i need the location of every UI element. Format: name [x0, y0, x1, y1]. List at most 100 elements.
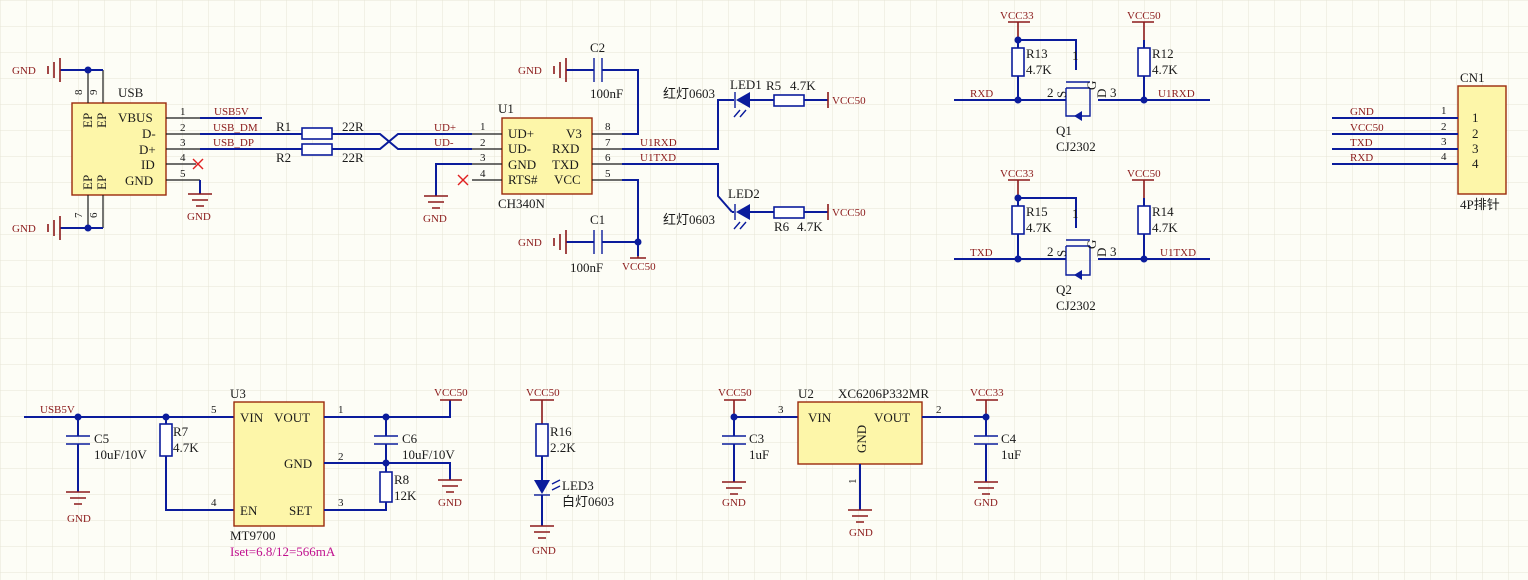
- svg-text:VCC50: VCC50: [526, 387, 560, 399]
- svg-text:2: 2: [180, 122, 186, 134]
- svg-text:7: 7: [73, 212, 85, 218]
- svg-text:VCC33: VCC33: [970, 387, 1004, 399]
- svg-text:9: 9: [88, 89, 100, 95]
- svg-text:4: 4: [480, 168, 486, 180]
- svg-text:U2: U2: [798, 386, 814, 401]
- svg-text:UD+: UD+: [434, 122, 456, 134]
- svg-text:3: 3: [180, 137, 186, 149]
- svg-text:U1: U1: [498, 101, 514, 116]
- svg-text:3: 3: [480, 152, 486, 164]
- svg-text:VCC: VCC: [554, 172, 581, 187]
- svg-text:V3: V3: [566, 126, 582, 141]
- svg-text:USB: USB: [118, 85, 144, 100]
- svg-text:红灯0603: 红灯0603: [663, 212, 715, 227]
- svg-text:3: 3: [338, 497, 344, 509]
- resistor-r12[interactable]: R12 4.7K: [1137, 46, 1178, 77]
- svg-text:U1TXD: U1TXD: [1160, 247, 1196, 259]
- svg-text:4: 4: [1472, 156, 1479, 171]
- svg-text:4P排针: 4P排针: [1460, 197, 1500, 212]
- svg-text:Q1: Q1: [1056, 123, 1072, 138]
- svg-text:C5: C5: [94, 431, 109, 446]
- svg-text:1: 1: [1072, 48, 1079, 63]
- r6-vcc50-symbol: VCC50: [827, 204, 866, 220]
- svg-text:1: 1: [1472, 110, 1479, 125]
- svg-text:4: 4: [1441, 151, 1447, 163]
- svg-text:GND: GND: [284, 456, 312, 471]
- svg-text:TXD: TXD: [552, 157, 579, 172]
- svg-text:3: 3: [1472, 141, 1479, 156]
- svg-text:2: 2: [480, 137, 486, 149]
- svg-text:S: S: [1054, 91, 1069, 98]
- svg-text:VCC33: VCC33: [1000, 168, 1034, 180]
- resistor-r15[interactable]: R15 4.7K: [1011, 204, 1052, 235]
- svg-text:R5: R5: [766, 78, 781, 93]
- svg-text:GND: GND: [518, 65, 542, 77]
- svg-text:GND: GND: [187, 211, 211, 223]
- svg-text:CJ2302: CJ2302: [1056, 139, 1096, 154]
- svg-text:4.7K: 4.7K: [1026, 220, 1052, 235]
- svg-text:TXD: TXD: [1350, 137, 1373, 149]
- svg-text:VCC50: VCC50: [1127, 168, 1161, 180]
- svg-text:Q2: Q2: [1056, 282, 1072, 297]
- svg-text:CH340N: CH340N: [498, 196, 546, 211]
- svg-text:4: 4: [211, 497, 217, 509]
- svg-text:100nF: 100nF: [570, 260, 603, 275]
- usb-pin-vbus: VBUS: [118, 110, 153, 125]
- svg-text:VCC50: VCC50: [832, 95, 866, 107]
- svg-text:VCC50: VCC50: [718, 387, 752, 399]
- svg-text:GND: GND: [974, 497, 998, 509]
- svg-text:VIN: VIN: [240, 410, 264, 425]
- svg-text:RTS#: RTS#: [508, 172, 538, 187]
- resistor-r14[interactable]: R14 4.7K: [1137, 204, 1178, 235]
- svg-text:1uF: 1uF: [749, 447, 769, 462]
- u3-vcc50-symbol: VCC50: [434, 387, 468, 401]
- svg-text:G: G: [1084, 81, 1099, 90]
- svg-text:红灯0603: 红灯0603: [663, 86, 715, 101]
- svg-text:3: 3: [1110, 244, 1117, 259]
- svg-text:R7: R7: [173, 424, 189, 439]
- resistor-r16[interactable]: R16 2.2K: [535, 423, 576, 457]
- svg-text:CN1: CN1: [1460, 70, 1485, 85]
- svg-text:4.7K: 4.7K: [173, 440, 199, 455]
- svg-text:GND: GND: [12, 65, 36, 77]
- svg-text:LED3: LED3: [562, 478, 594, 493]
- svg-text:C2: C2: [590, 40, 605, 55]
- svg-text:VCC50: VCC50: [622, 261, 656, 273]
- svg-text:6: 6: [88, 212, 100, 218]
- grid-background: [0, 0, 1528, 580]
- r5-vcc50-symbol: VCC50: [827, 92, 866, 108]
- svg-text:U3: U3: [230, 386, 246, 401]
- svg-text:VCC50: VCC50: [1127, 10, 1161, 22]
- svg-text:2: 2: [936, 404, 942, 416]
- svg-text:GND: GND: [12, 223, 36, 235]
- svg-text:RXD: RXD: [970, 88, 993, 100]
- resistor-r13[interactable]: R13 4.7K: [1011, 46, 1052, 77]
- svg-text:GND: GND: [532, 545, 556, 557]
- svg-text:R16: R16: [550, 424, 572, 439]
- svg-text:C3: C3: [749, 431, 764, 446]
- usb-pin-dm: D-: [142, 126, 156, 141]
- svg-text:R6: R6: [774, 219, 790, 234]
- svg-text:EP: EP: [80, 175, 95, 190]
- svg-text:22R: 22R: [342, 119, 364, 134]
- svg-text:U1RXD: U1RXD: [640, 137, 677, 149]
- svg-text:3: 3: [778, 404, 784, 416]
- svg-text:4.7K: 4.7K: [790, 78, 816, 93]
- svg-text:EP: EP: [94, 175, 109, 190]
- svg-text:10uF/10V: 10uF/10V: [402, 447, 455, 462]
- svg-text:EP: EP: [80, 113, 95, 128]
- svg-text:R14: R14: [1152, 204, 1174, 219]
- svg-text:VCC33: VCC33: [1000, 10, 1034, 22]
- svg-text:RXD: RXD: [552, 141, 579, 156]
- svg-text:USB_DP: USB_DP: [213, 137, 254, 149]
- svg-text:GND: GND: [423, 213, 447, 225]
- svg-text:2: 2: [1047, 85, 1054, 100]
- svg-text:白灯0603: 白灯0603: [562, 494, 614, 509]
- svg-text:U1TXD: U1TXD: [640, 152, 676, 164]
- svg-text:2.2K: 2.2K: [550, 440, 576, 455]
- svg-text:EP: EP: [94, 113, 109, 128]
- svg-text:U1RXD: U1RXD: [1158, 88, 1195, 100]
- svg-text:D: D: [1094, 89, 1109, 98]
- svg-text:EN: EN: [240, 503, 258, 518]
- svg-text:5: 5: [211, 404, 217, 416]
